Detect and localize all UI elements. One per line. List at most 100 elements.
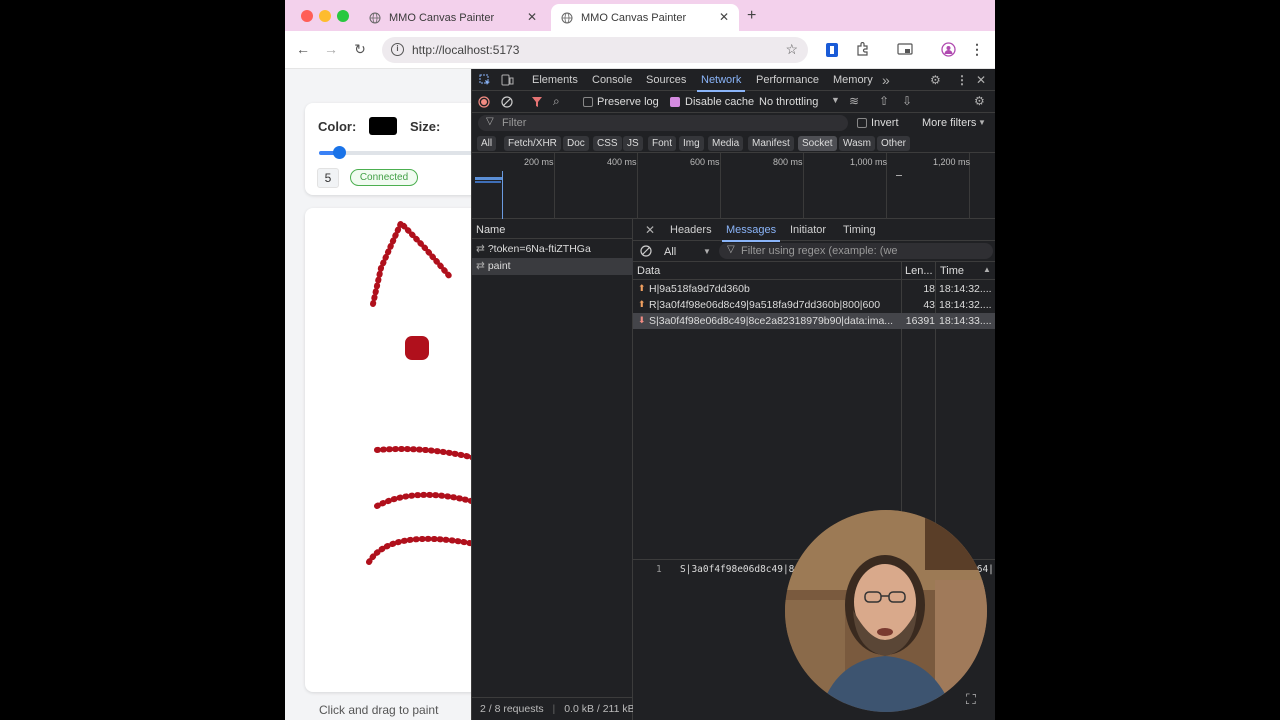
timeline-tick: 800 ms [773,157,803,167]
filter-row: ▽ Filter Invert More filters ▼ [472,113,995,133]
filter-input[interactable]: ▽ Filter [478,115,848,131]
more-tabs-icon[interactable]: » [882,72,890,88]
site-info-icon[interactable]: i [391,43,404,56]
detail-tab-headers[interactable]: Headers [670,224,712,236]
filter-icon: ▽ [486,116,494,127]
close-devtools-icon[interactable]: ✕ [976,73,986,87]
disable-cache-label: Disable cache [685,96,755,108]
filter-placeholder: Filter [502,117,527,129]
canvas-hint: Click and drag to paint [319,703,439,717]
globe-icon [369,12,381,23]
reload-icon[interactable]: ↻ [352,41,368,57]
disable-cache-checkbox[interactable] [670,97,680,107]
close-icon[interactable]: ✕ [719,10,729,24]
type-socket[interactable]: Socket [798,136,837,151]
data-column-header[interactable]: Data [637,265,660,277]
maximize-window-button[interactable] [337,10,349,22]
tab-performance[interactable]: Performance [756,74,819,86]
message-row[interactable]: ⬇ S|3a0f4f98e06d8c49|8ce2a82318979b90|da… [633,313,995,329]
new-tab-button[interactable]: + [747,7,756,25]
device-toolbar-icon[interactable] [501,74,514,86]
settings-gear-icon[interactable]: ⚙ [930,73,941,87]
transfer-size: 0.0 kB / 211 kB tr [564,703,633,715]
message-row[interactable]: ⬆ H|9a518fa9d7dd360b 18 18:14:32.... [633,281,995,297]
record-icon[interactable] [478,96,490,108]
url-text: http://localhost:5173 [412,43,520,57]
tab-mmo-canvas-painter-1[interactable]: MMO Canvas Painter ✕ [359,4,547,31]
stroke-line-2 [374,491,478,509]
preserve-log-checkbox[interactable] [583,97,593,107]
tab-sources[interactable]: Sources [646,74,686,86]
request-row[interactable]: ⇄ paint [472,258,633,275]
time-column-header[interactable]: Time [940,265,964,277]
footer-divider: | [552,703,556,715]
type-media[interactable]: Media [708,136,744,151]
address-bar[interactable]: i http://localhost:5173 ☆ [382,37,808,63]
close-detail-icon[interactable]: ✕ [645,223,655,237]
minimize-window-button[interactable] [319,10,331,22]
tab-console[interactable]: Console [592,74,632,86]
filter-funnel-icon[interactable] [531,96,543,108]
browser-toolbar: ← → ↻ i http://localhost:5173 ☆ ⋮ [285,31,995,69]
throttling-select[interactable]: No throttling [759,96,818,108]
message-time: 18:14:32.... [939,299,992,311]
profile-icon[interactable] [941,42,956,57]
menu-kebab-icon[interactable]: ⋮ [969,41,985,57]
name-column-header[interactable]: Name [472,219,633,239]
invert-checkbox[interactable] [857,118,867,128]
type-css[interactable]: CSS [593,136,622,151]
network-overview[interactable]: 200 ms 400 ms 600 ms 800 ms 1,000 ms 1,2… [472,153,995,219]
bookmark-star-icon[interactable]: ☆ [785,41,798,58]
size-slider-thumb[interactable] [333,146,346,159]
detail-tab-timing[interactable]: Timing [843,224,876,236]
type-wasm[interactable]: Wasm [839,136,875,151]
import-har-icon[interactable]: ⇧ [879,94,889,108]
request-row[interactable]: ⇄ ?token=6Na-ftiZTHGa [472,241,633,258]
type-js[interactable]: JS [623,136,643,151]
back-arrow-icon[interactable]: ← [295,41,311,57]
cast-icon[interactable] [897,43,913,56]
network-settings-icon[interactable]: ⚙ [974,94,985,108]
type-all[interactable]: All [477,136,497,151]
type-manifest[interactable]: Manifest [748,136,794,151]
more-filters-button[interactable]: More filters [922,117,976,129]
tab-network[interactable]: Network [696,74,746,92]
tab-memory[interactable]: Memory [833,74,873,86]
tab-mmo-canvas-painter-2[interactable]: MMO Canvas Painter ✕ [551,4,739,31]
search-icon[interactable]: ⌕ [553,94,560,109]
tab-elements[interactable]: Elements [532,74,578,86]
received-arrow-icon: ⬇ [638,315,646,325]
type-fetch-xhr[interactable]: Fetch/XHR [504,136,561,151]
network-conditions-icon[interactable]: ≋ [849,94,859,108]
type-doc[interactable]: Doc [563,136,589,151]
timeline-tick: 400 ms [607,157,637,167]
type-font[interactable]: Font [648,136,677,151]
close-icon[interactable]: ✕ [527,10,537,24]
devtools-menu-icon[interactable]: ⋮ [956,73,968,87]
type-other[interactable]: Other [877,136,911,151]
length-column-header[interactable]: Len... [905,265,933,277]
close-window-button[interactable] [301,10,313,22]
sort-ascending-icon[interactable]: ▲ [983,265,991,274]
message-length: 16391 [905,315,935,327]
type-img[interactable]: Img [679,136,704,151]
chevron-down-icon: ▼ [703,247,711,256]
clear-messages-icon[interactable] [640,245,652,257]
inspect-element-icon[interactable] [479,74,491,86]
message-type-select[interactable]: All [664,246,676,258]
password-manager-icon[interactable] [825,42,839,58]
request-count: 2 / 8 requests [480,703,544,715]
forward-arrow-icon[interactable]: → [323,41,339,57]
detail-tab-initiator[interactable]: Initiator [790,224,826,236]
fullscreen-icon[interactable]: ⛶ [966,691,986,711]
detail-tab-messages[interactable]: Messages [721,224,781,242]
clear-icon[interactable] [501,96,513,108]
color-picker[interactable] [369,117,397,135]
extensions-icon[interactable] [855,42,869,56]
timeline-tick: 1,000 ms [850,157,888,167]
message-row[interactable]: ⬆ R|3a0f4f98e06d8c49|9a518fa9d7dd360b|80… [633,297,995,313]
export-har-icon[interactable]: ⇩ [902,94,912,108]
paint-canvas[interactable] [305,208,495,692]
message-regex-filter[interactable]: ▽ Filter using regex (example: (we [719,243,993,259]
message-data: H|9a518fa9d7dd360b [649,283,750,295]
